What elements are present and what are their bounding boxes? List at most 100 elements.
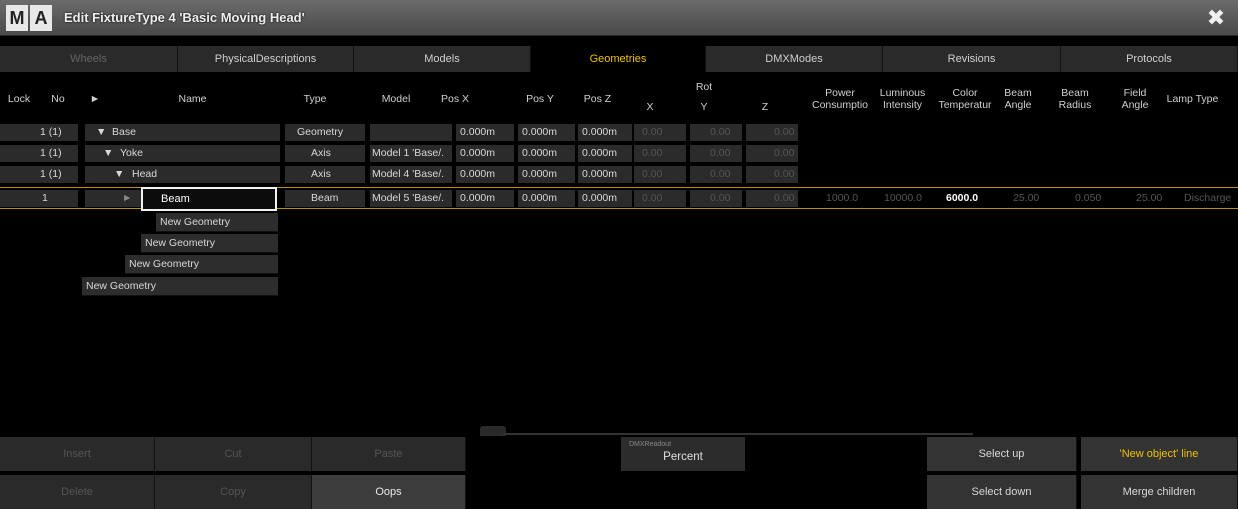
oops-button[interactable]: Oops: [312, 475, 466, 509]
type-cell[interactable]: Axis: [285, 145, 365, 162]
tab-revisions[interactable]: Revisions: [883, 46, 1061, 72]
tab-dmx-modes[interactable]: DMXModes: [706, 46, 883, 72]
table-row[interactable]: 1 (1) ▼ Base Geometry 0.000m 0.000m 0.00…: [0, 124, 1238, 141]
merge-children-button[interactable]: Merge children: [1081, 475, 1238, 509]
col-header-rot-x[interactable]: X: [630, 86, 670, 128]
cut-button[interactable]: Cut: [155, 437, 312, 471]
insert-button[interactable]: Insert: [0, 437, 155, 471]
col-header-name[interactable]: Name: [105, 78, 280, 120]
col-header-model[interactable]: Model: [365, 78, 427, 120]
new-geometry-item[interactable]: New Geometry: [141, 234, 278, 253]
rot-y-cell[interactable]: 0.00: [690, 124, 742, 141]
lamp-type-cell[interactable]: Discharge: [1184, 190, 1238, 207]
model-cell[interactable]: Model 4 'Base/.: [370, 166, 452, 183]
name-cell-bg[interactable]: [85, 190, 141, 207]
select-up-button[interactable]: Select up: [927, 437, 1077, 471]
rot-z-cell[interactable]: 0.00: [746, 124, 798, 141]
pos-y-cell[interactable]: 0.000m: [518, 166, 575, 183]
tree-expand-icon[interactable]: ►: [122, 190, 132, 207]
rot-x-cell[interactable]: 0.00: [634, 166, 686, 183]
rot-z-cell[interactable]: 0.00: [746, 166, 798, 183]
new-geometry-item[interactable]: New Geometry: [82, 277, 278, 296]
pos-z-cell[interactable]: 0.000m: [578, 166, 632, 183]
no-cell[interactable]: 1: [38, 190, 78, 207]
pos-x-cell[interactable]: 0.000m: [456, 190, 514, 207]
scroll-indicator[interactable]: [503, 433, 973, 435]
dmx-readout-button[interactable]: DMXReadout Percent: [621, 437, 745, 471]
copy-button[interactable]: Copy: [155, 475, 312, 509]
col-header-lamp-type[interactable]: Lamp Type: [1165, 78, 1220, 120]
rot-z-cell[interactable]: 0.00: [746, 145, 798, 162]
col-header-lock[interactable]: Lock: [0, 78, 38, 120]
pos-x-cell[interactable]: 0.000m: [456, 124, 514, 141]
name-cell[interactable]: Base: [112, 124, 192, 141]
beam-radius-cell[interactable]: 0.050: [1075, 190, 1115, 207]
type-cell[interactable]: Beam: [285, 190, 365, 207]
field-angle-cell[interactable]: 25.00: [1136, 190, 1176, 207]
select-down-button[interactable]: Select down: [927, 475, 1077, 509]
model-cell[interactable]: Model 1 'Base/.: [370, 145, 452, 162]
rot-y-cell[interactable]: 0.00: [690, 145, 742, 162]
model-cell[interactable]: [370, 124, 452, 141]
col-header-beam-radius[interactable]: Beam Radius: [1050, 78, 1100, 120]
tree-collapse-icon[interactable]: ▼: [103, 145, 113, 162]
delete-button[interactable]: Delete: [0, 475, 155, 509]
new-geometry-item[interactable]: New Geometry: [156, 213, 278, 232]
lock-cell[interactable]: [0, 190, 38, 207]
type-cell[interactable]: Geometry: [285, 124, 365, 141]
col-header-beam-angle[interactable]: Beam Angle: [998, 78, 1038, 120]
no-cell[interactable]: 1 (1): [38, 166, 78, 183]
expand-all-icon[interactable]: ►: [85, 78, 105, 120]
tab-models[interactable]: Models: [354, 46, 531, 72]
col-header-pos-y[interactable]: Pos Y: [520, 78, 560, 120]
pos-z-cell[interactable]: 0.000m: [578, 190, 632, 207]
new-geometry-item[interactable]: New Geometry: [125, 255, 278, 274]
name-cell[interactable]: Head: [132, 166, 212, 183]
pos-x-cell[interactable]: 0.000m: [456, 145, 514, 162]
pos-y-cell[interactable]: 0.000m: [518, 145, 575, 162]
rot-x-cell[interactable]: 0.00: [634, 124, 686, 141]
beam-angle-cell[interactable]: 25.00: [1013, 190, 1053, 207]
name-cell[interactable]: Yoke: [120, 145, 200, 162]
col-header-type[interactable]: Type: [285, 78, 345, 120]
tab-wheels[interactable]: Wheels: [0, 46, 178, 72]
col-header-no[interactable]: No: [38, 78, 78, 120]
col-header-color-temperature[interactable]: Color Temperatur: [935, 78, 995, 120]
tab-physical-descriptions[interactable]: PhysicalDescriptions: [178, 46, 354, 72]
col-header-luminous-intensity[interactable]: Luminous Intensity: [875, 78, 930, 120]
type-cell[interactable]: Axis: [285, 166, 365, 183]
tab-geometries[interactable]: Geometries: [531, 46, 706, 72]
col-header-rot-z[interactable]: Z: [745, 86, 785, 128]
tab-protocols[interactable]: Protocols: [1061, 46, 1238, 72]
paste-button[interactable]: Paste: [312, 437, 466, 471]
power-cell[interactable]: 1000.0: [826, 190, 876, 207]
luminous-cell[interactable]: 10000.0: [884, 190, 934, 207]
rot-y-cell[interactable]: 0.00: [690, 190, 742, 207]
col-header-rot-y[interactable]: Y: [684, 86, 724, 128]
col-header-power-consumption[interactable]: Power Consumptio: [805, 78, 875, 120]
lock-cell[interactable]: [0, 166, 38, 183]
tree-collapse-icon[interactable]: ▼: [114, 166, 124, 183]
pos-x-cell[interactable]: 0.000m: [456, 166, 514, 183]
name-edit-field[interactable]: Beam: [141, 187, 277, 211]
model-cell[interactable]: Model 5 'Base/.: [370, 190, 452, 207]
rot-z-cell[interactable]: 0.00: [746, 190, 798, 207]
pos-z-cell[interactable]: 0.000m: [578, 124, 632, 141]
lock-cell[interactable]: [0, 145, 38, 162]
lock-cell[interactable]: [0, 124, 38, 141]
no-cell[interactable]: 1 (1): [38, 124, 78, 141]
no-cell[interactable]: 1 (1): [38, 145, 78, 162]
pos-y-cell[interactable]: 0.000m: [518, 190, 575, 207]
table-row[interactable]: 1 (1) ▼ Head Axis Model 4 'Base/. 0.000m…: [0, 166, 1238, 183]
col-header-field-angle[interactable]: Field Angle: [1115, 78, 1155, 120]
col-header-pos-z[interactable]: Pos Z: [575, 78, 620, 120]
close-icon[interactable]: ✖: [1204, 6, 1228, 30]
pos-z-cell[interactable]: 0.000m: [578, 145, 632, 162]
pos-y-cell[interactable]: 0.000m: [518, 124, 575, 141]
table-row[interactable]: 1 (1) ▼ Yoke Axis Model 1 'Base/. 0.000m…: [0, 145, 1238, 162]
col-header-pos-x[interactable]: Pos X: [430, 78, 480, 120]
tree-collapse-icon[interactable]: ▼: [96, 124, 106, 141]
rot-y-cell[interactable]: 0.00: [690, 166, 742, 183]
new-object-line-toggle[interactable]: 'New object' line: [1081, 437, 1238, 471]
rot-x-cell[interactable]: 0.00: [634, 190, 686, 207]
